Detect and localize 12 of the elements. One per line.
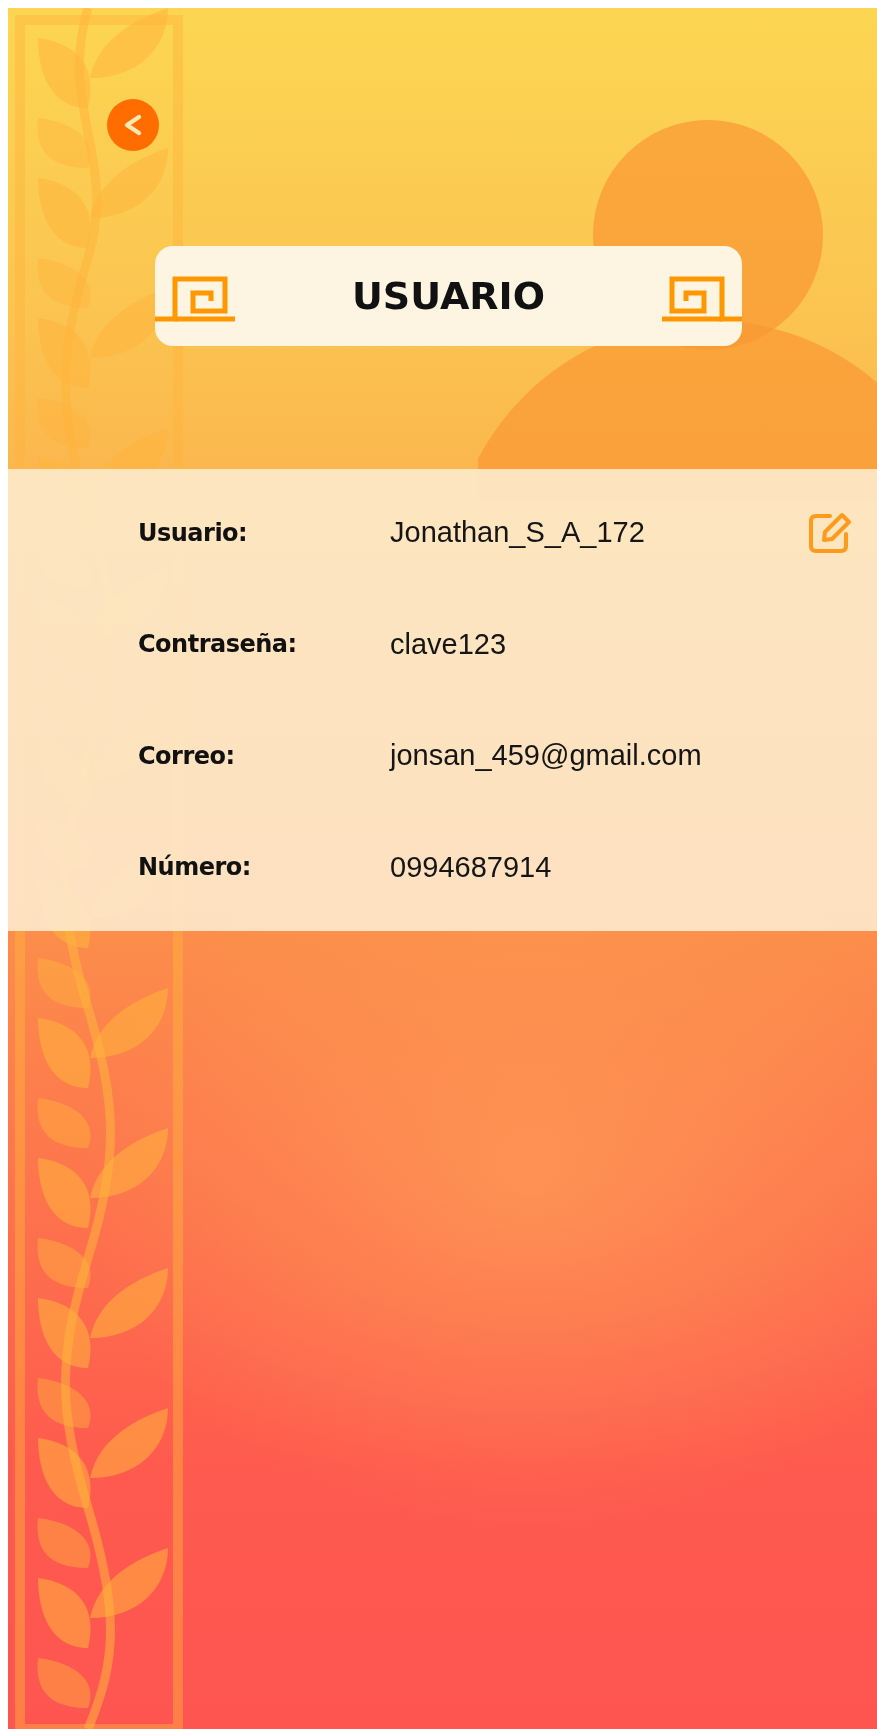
field-value: Jonathan_S_A_172 bbox=[390, 516, 645, 550]
field-value: clave123 bbox=[390, 627, 507, 661]
greek-key-icon bbox=[155, 275, 235, 325]
field-value: jonsan_459@gmail.com bbox=[390, 739, 702, 773]
field-label: Usuario: bbox=[138, 518, 249, 547]
back-button[interactable] bbox=[107, 99, 159, 151]
field-value: 0994687914 bbox=[390, 850, 552, 884]
page-title: USUARIO bbox=[352, 274, 545, 318]
field-label: Número: bbox=[138, 853, 252, 882]
field-label: Contraseña: bbox=[138, 630, 298, 659]
field-label: Correo: bbox=[138, 741, 236, 770]
greek-key-icon bbox=[662, 275, 742, 325]
